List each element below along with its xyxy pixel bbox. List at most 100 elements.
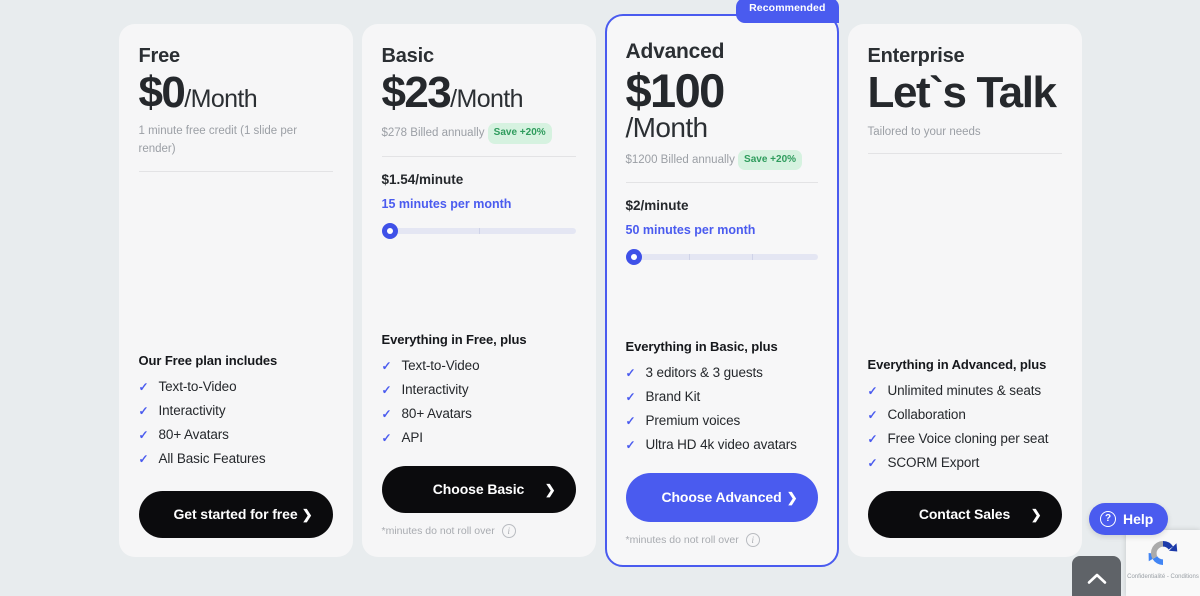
feature-item: ✓ Brand Kit (626, 385, 818, 409)
cta-label: Choose Advanced (661, 488, 782, 505)
slider-knob[interactable] (381, 222, 398, 239)
feature-item: ✓ Unlimited minutes & seats (868, 379, 1062, 403)
feature-item: ✓ 80+ Avatars (139, 423, 333, 447)
feature-label: 3 editors & 3 guests (645, 364, 763, 380)
check-icon: ✓ (381, 430, 392, 445)
feature-item: ✓ Text-to-Video (139, 375, 333, 399)
scroll-to-top-button[interactable] (1072, 556, 1121, 596)
cta-label: Contact Sales (918, 505, 1011, 522)
recaptcha-terms-text[interactable]: Confidentialité - Conditions (1127, 574, 1199, 580)
plan-price: $23/Month (382, 69, 576, 116)
billing-note-text: $278 Billed annually (381, 127, 485, 140)
info-icon[interactable]: i (501, 524, 516, 538)
footnote-text: *minutes do not roll over (381, 525, 495, 537)
features-list: ✓ Text-to-Video ✓ Interactivity ✓ 80+ Avata… (139, 375, 333, 471)
chevron-right-icon: ❯ (544, 481, 556, 497)
check-icon: ✓ (867, 383, 878, 398)
contact-sales-button[interactable]: Contact Sales ❯ (867, 490, 1062, 538)
pricing-card-basic: Basic $23/Month $278 Billed annually Sav… (361, 24, 596, 557)
feature-item: ✓ SCORM Export (868, 451, 1062, 475)
card-divider (381, 155, 576, 157)
card-divider (625, 182, 818, 184)
card-spacer (139, 172, 333, 353)
feature-label: Text-to-Video (158, 378, 237, 394)
check-icon: ✓ (138, 379, 149, 394)
recaptcha-badge[interactable]: Confidentialité - Conditions (1126, 530, 1200, 596)
slider-track (625, 254, 818, 261)
choose-basic-button[interactable]: Choose Basic ❯ (381, 465, 576, 513)
feature-item: ✓ Collaboration (868, 403, 1062, 427)
check-icon: ✓ (625, 389, 636, 404)
chevron-right-icon: ❯ (1030, 506, 1042, 522)
features-list: ✓ 3 editors & 3 guests ✓ Brand Kit ✓ Premiu… (626, 361, 818, 457)
plan-price: $100/Month (626, 66, 818, 143)
slider-tick (478, 227, 480, 234)
feature-label: Interactivity (401, 381, 469, 397)
feature-item: ✓ Premium voices (626, 409, 818, 433)
plan-name: Basic (381, 45, 435, 67)
billing-note: Tailored to your needs (868, 124, 1062, 142)
check-icon: ✓ (138, 451, 149, 466)
feature-label: API (401, 429, 424, 445)
features-title: Everything in Advanced, plus (867, 356, 1047, 372)
feature-item: ✓ Interactivity (139, 399, 333, 423)
billing-note: $1200 Billed annually Save +20% (625, 149, 818, 171)
recommended-badge: Recommended (736, 0, 839, 23)
price-amount: Let`s Talk (867, 68, 1058, 117)
card-spacer (868, 154, 1062, 356)
feature-item: ✓ Interactivity (382, 378, 576, 402)
info-icon[interactable]: i (745, 533, 760, 547)
check-icon: ✓ (381, 382, 392, 397)
check-icon: ✓ (138, 427, 149, 442)
save-badge: Save +20% (487, 123, 552, 144)
choose-advanced-button[interactable]: Choose Advanced ❯ (625, 472, 818, 522)
check-icon: ✓ (381, 406, 392, 421)
check-icon: ✓ (867, 455, 878, 470)
footnote-text: *minutes do not roll over (625, 534, 739, 546)
check-icon: ✓ (867, 431, 878, 446)
features-title: Everything in Basic, plus (625, 338, 778, 354)
rollover-footnote: *minutes do not roll over i (382, 524, 576, 538)
feature-item: ✓ All Basic Features (139, 447, 333, 471)
minutes-slider[interactable] (381, 221, 576, 241)
per-minute-rate: $1.54/minute (381, 171, 464, 187)
feature-item: ✓ API (382, 426, 576, 450)
help-button[interactable]: ? Help (1089, 503, 1169, 535)
cta-label: Get started for free (173, 505, 298, 522)
rollover-footnote: *minutes do not roll over i (626, 533, 818, 547)
pricing-card-enterprise: Enterprise Let`s Talk Tailored to your n… (847, 24, 1082, 557)
billing-note-text: $1200 Billed annually (625, 153, 735, 166)
price-period: /Month (184, 85, 258, 113)
per-minute-rate: $2/minute (625, 198, 689, 214)
slider-tick (752, 254, 754, 261)
features-title: Everything in Free, plus (381, 331, 527, 347)
minutes-slider[interactable] (625, 247, 818, 267)
feature-label: 80+ Avatars (158, 426, 229, 442)
feature-item: ✓ 3 editors & 3 guests (626, 361, 818, 385)
check-icon: ✓ (625, 365, 636, 380)
slider-tick (688, 254, 690, 261)
check-icon: ✓ (138, 403, 149, 418)
card-spacer (382, 241, 576, 332)
question-mark-icon: ? (1100, 511, 1116, 527)
feature-label: All Basic Features (158, 450, 266, 466)
slider-knob[interactable] (625, 249, 642, 266)
feature-label: SCORM Export (887, 454, 980, 470)
feature-item: ✓ Ultra HD 4k video avatars (626, 433, 818, 457)
check-icon: ✓ (625, 413, 636, 428)
get-started-free-button[interactable]: Get started for free ❯ (138, 490, 333, 538)
feature-item: ✓ 80+ Avatars (382, 402, 576, 426)
plan-name: Free (138, 45, 181, 67)
feature-label: Premium voices (645, 412, 741, 428)
plan-price: Let`s Talk (867, 68, 1062, 117)
features-title: Our Free plan includes (138, 352, 278, 368)
chevron-right-icon: ❯ (301, 506, 313, 522)
price-period: /Month (450, 85, 523, 113)
feature-label: Interactivity (158, 402, 226, 418)
billing-note: $278 Billed annually Save +20% (382, 123, 576, 144)
billing-note-text: 1 minute free credit (1 slide per render… (138, 125, 298, 155)
plan-name: Enterprise (867, 45, 965, 67)
cta-label: Choose Basic (432, 480, 525, 497)
check-icon: ✓ (381, 358, 392, 373)
check-icon: ✓ (625, 437, 636, 452)
